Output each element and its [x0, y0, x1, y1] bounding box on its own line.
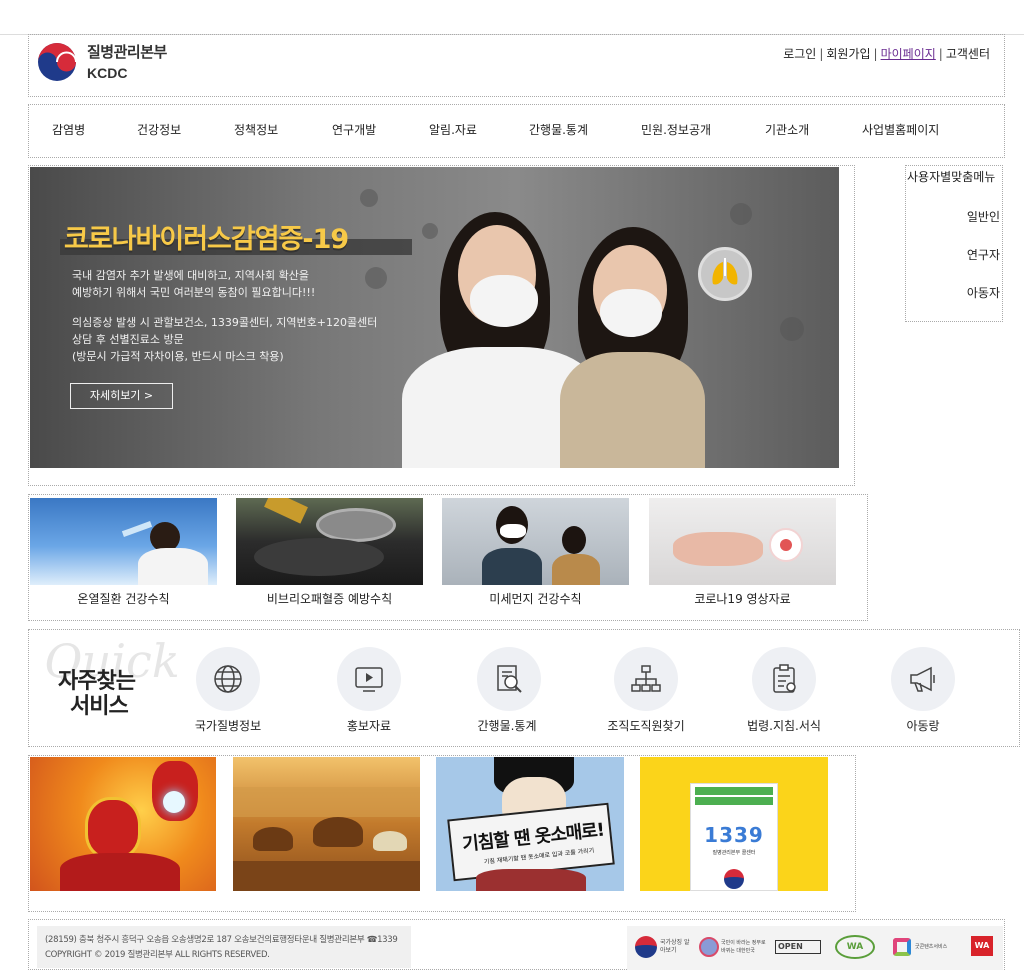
user-menu-researcher[interactable]: 연구자	[967, 246, 1000, 263]
nav-infectious-disease[interactable]: 감염병	[52, 121, 85, 138]
banner-cough-etiquette[interactable]: 기침할 땐 옷소매로! 기침 재채기할 땐 옷소매로 입과 코를 가리기	[436, 757, 624, 891]
quick-label[interactable]: 홍보자료	[314, 717, 424, 734]
mask-icon	[470, 275, 538, 327]
web-accessibility-icon[interactable]: WA	[969, 935, 997, 959]
user-menu: 사용자별맞춤메뉴 일반인 연구자 아동자	[905, 165, 1003, 322]
site-header: 질병관리본부 KCDC 로그인 | 회원가입 | 마이페이지 | 고객센터	[28, 34, 1005, 97]
hero-text: 국내 감염자 추가 발생에 대비하고, 지역사회 확산을	[72, 269, 309, 282]
campaign-label[interactable]: 온열질환 건강수칙	[30, 590, 217, 607]
clipboard-icon[interactable]	[752, 647, 816, 711]
banner-1339-number: 1339	[704, 823, 764, 847]
logo-text[interactable]: 질병관리본부 KCDC	[87, 41, 167, 81]
user-menu-children[interactable]: 아동자	[967, 284, 1000, 301]
virus-icon	[365, 267, 387, 289]
nav-policy-info[interactable]: 정책정보	[234, 121, 278, 138]
government-slogan-label: 국민이 바라는 정부로 바뀌는 대한민국	[721, 940, 766, 954]
logo-english: KCDC	[87, 65, 128, 81]
campaign-image-vibrio[interactable]	[236, 498, 423, 585]
national-symbol-icon[interactable]: 국가상징 알아보기	[635, 935, 691, 959]
nav-project-sites[interactable]: 사업별홈페이지	[862, 121, 939, 138]
quick-label[interactable]: 국가질병정보	[173, 717, 283, 734]
national-symbol-label: 국가상징 알아보기	[660, 939, 690, 954]
campaign-label[interactable]: 코로나19 영상자료	[649, 590, 836, 607]
main-navigation: 감염병 건강정보 정책정보 연구개발 알림.자료 간행물.통계 민원.정보공개 …	[28, 104, 1005, 158]
virus-icon	[422, 223, 438, 239]
wa-mark-icon[interactable]: WA	[835, 935, 875, 959]
hero-title: 코로나바이러스감염증-19	[64, 224, 349, 255]
hero-text: 상담 후 선별진료소 방문	[72, 333, 184, 346]
good-content-icon[interactable]: 굿콘텐츠서비스	[893, 935, 957, 959]
virus-icon	[780, 317, 804, 341]
login-link[interactable]: 로그인	[783, 47, 816, 61]
quick-label[interactable]: 간행물.통계	[452, 717, 562, 734]
quick-label[interactable]: 법령.지침.서식	[729, 717, 839, 734]
user-menu-title: 사용자별맞춤메뉴	[907, 170, 996, 184]
good-content-label: 굿콘텐츠서비스	[915, 944, 948, 950]
quick-label[interactable]: 조직도직원찾기	[591, 717, 701, 734]
wa-mark-label: WA	[835, 935, 875, 959]
campaign-image-fine-dust[interactable]	[442, 498, 629, 585]
mypage-link[interactable]: 마이페이지	[881, 47, 936, 61]
hero-text: (방문시 가급적 자차이용, 반드시 마스크 착용)	[72, 350, 284, 363]
mask-icon	[600, 289, 662, 337]
quick-title-line: 자주찾는	[58, 669, 136, 694]
campaign-label[interactable]: 미세먼지 건강수칙	[442, 590, 629, 607]
nav-notice[interactable]: 알림.자료	[429, 121, 477, 138]
nav-research[interactable]: 연구개발	[332, 121, 376, 138]
quick-label[interactable]: 아동랑	[868, 717, 978, 734]
campaign-image-heat[interactable]	[30, 498, 217, 585]
virus-icon	[730, 203, 752, 225]
virus-icon	[360, 189, 378, 207]
footer-copyright: COPYRIGHT © 2019 질병관리본부 ALL RIGHTS RESER…	[45, 950, 270, 960]
video-icon[interactable]	[337, 647, 401, 711]
signup-link[interactable]: 회원가입	[826, 47, 870, 61]
hero-banner[interactable]: 코로나바이러스감염증-19 국내 감염자 추가 발생에 대비하고, 지역사회 확…	[30, 167, 839, 468]
open-license-icon[interactable]: OPEN	[775, 935, 821, 959]
footer-address-text: (28159) 충북 청주시 흥덕구 오송읍 오송생명2로 187 오송보건의료…	[45, 935, 398, 945]
user-menu-general[interactable]: 일반인	[967, 208, 1000, 225]
banner-1339-subtext: 질병관리본부 콜센터	[712, 850, 756, 856]
hero-text: 예방하기 위해서 국민 여러분의 동참이 필요합니다!!!	[72, 286, 316, 299]
org-chart-icon[interactable]	[614, 647, 678, 711]
government-slogan-icon[interactable]: 국민이 바라는 정부로 바뀌는 대한민국	[699, 935, 766, 959]
logo-korean: 질병관리본부	[87, 44, 167, 61]
girl-figure	[560, 352, 705, 468]
campaign-image-covid-video[interactable]	[649, 498, 836, 585]
banner-camels[interactable]	[233, 757, 420, 891]
hero-text: 의심증상 발생 시 관할보건소, 1339콜센터, 지역번호+120콜센터	[72, 316, 378, 329]
campaign-label[interactable]: 비브리오패혈증 예방수칙	[236, 590, 423, 607]
utility-menu: 로그인 | 회원가입 | 마이페이지 | 고객센터	[783, 47, 990, 61]
globe-icon[interactable]	[196, 647, 260, 711]
megaphone-icon[interactable]	[891, 647, 955, 711]
banner-1339[interactable]: 1339 질병관리본부 콜센터	[640, 757, 828, 891]
footer-address: (28159) 충북 청주시 흥덕구 오송읍 오송생명2로 187 오송보건의료…	[37, 926, 411, 968]
customer-center-link[interactable]: 고객센터	[946, 47, 990, 61]
nav-civil-service[interactable]: 민원.정보공개	[641, 121, 711, 138]
hero-more-button[interactable]: 자세히보기 >	[70, 383, 173, 409]
lung-icon	[698, 247, 752, 301]
quick-title: 자주찾는 서비스	[58, 669, 136, 719]
quick-title-line: 서비스	[70, 694, 129, 719]
document-search-icon[interactable]	[477, 647, 541, 711]
nav-health-info[interactable]: 건강정보	[137, 121, 181, 138]
banner-hero-character[interactable]	[30, 757, 216, 891]
nav-publications[interactable]: 간행물.통계	[529, 121, 588, 138]
web-accessibility-label: WA	[971, 936, 993, 956]
open-license-label: OPEN	[775, 940, 821, 954]
kcdc-logo-icon[interactable]	[36, 41, 78, 83]
nav-about[interactable]: 기관소개	[765, 121, 809, 138]
footer-logos: 국가상징 알아보기 국민이 바라는 정부로 바뀌는 대한민국 OPEN WA 굿…	[627, 926, 1003, 970]
